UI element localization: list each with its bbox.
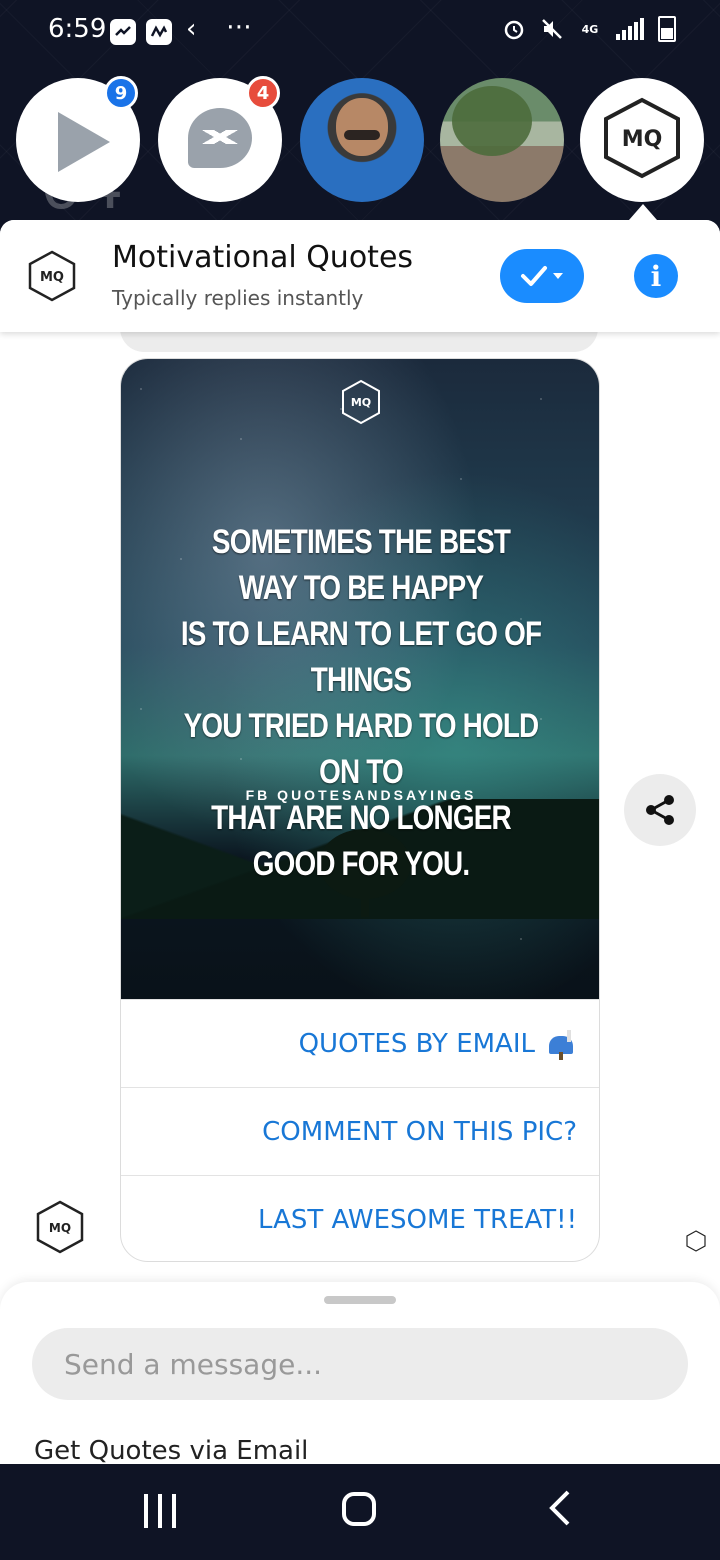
quote-line: SOMETIMES THE BEST <box>211 523 511 561</box>
back-button[interactable] <box>548 1488 572 1532</box>
sender-avatar[interactable]: MQ <box>36 1200 84 1258</box>
chat-head-contact-photo[interactable] <box>300 78 424 202</box>
page-title: Motivational Quotes <box>112 240 414 275</box>
conversation-panel: MQ Motivational Quotes Typically replies… <box>0 220 720 1464</box>
conversation-header: MQ Motivational Quotes Typically replies… <box>0 220 720 332</box>
signal-icon <box>616 18 644 40</box>
chat-head-contact-photo[interactable] <box>440 78 564 202</box>
messenger-icon <box>188 108 252 168</box>
alarm-icon <box>502 17 526 41</box>
page-subtitle: Typically replies instantly <box>112 286 364 310</box>
mute-icon <box>540 17 564 41</box>
battery-icon <box>658 16 676 42</box>
app-notification-icon <box>146 19 172 45</box>
image-card-message: MQ SOMETIMES THE BEST WAY TO BE HAPPY IS… <box>120 358 600 1262</box>
status-bar: 6:59 ‹ ⋯ 4G <box>0 0 720 62</box>
quotes-by-email-button[interactable]: QUOTES BY EMAIL <box>121 999 599 1087</box>
share-icon <box>646 795 674 825</box>
quote-source: FB QUOTESANDSAYINGS <box>245 787 477 803</box>
quote-text: SOMETIMES THE BEST WAY TO BE HAPPY IS TO… <box>164 519 558 887</box>
play-icon <box>58 112 110 172</box>
comment-on-pic-button[interactable]: COMMENT ON THIS PIC? <box>121 1087 599 1175</box>
quote-line: YOU TRIED HARD TO HOLD ON TO <box>183 707 540 791</box>
navigation-bar <box>0 1464 720 1560</box>
page-avatar[interactable]: MQ <box>26 250 78 306</box>
composer: Get Quotes via Email <box>0 1282 720 1466</box>
unread-badge: 9 <box>104 76 138 110</box>
button-label: QUOTES BY EMAIL <box>298 1028 535 1059</box>
status-time: 6:59 <box>48 14 107 44</box>
quick-reply-label[interactable]: Get Quotes via Email <box>34 1436 308 1466</box>
back-chevron-icon: ‹ <box>186 14 197 44</box>
svg-text:MQ: MQ <box>351 396 371 409</box>
mailbox-icon <box>545 1029 577 1060</box>
info-icon[interactable]: i <box>634 254 678 298</box>
home-button[interactable] <box>342 1492 376 1526</box>
subscribed-button[interactable] <box>500 249 584 303</box>
quote-line: WAY TO BE HAPPY <box>238 569 484 607</box>
message-input[interactable] <box>32 1328 688 1400</box>
recent-apps-button[interactable] <box>144 1494 176 1528</box>
chat-head-motivational-quotes[interactable]: MQ <box>580 78 704 202</box>
svg-text:MQ: MQ <box>49 1221 71 1235</box>
button-label: LAST AWESOME TREAT!! <box>258 1204 577 1235</box>
messenger-notification-icon <box>110 19 136 45</box>
quote-image[interactable]: MQ SOMETIMES THE BEST WAY TO BE HAPPY IS… <box>121 359 599 999</box>
chat-heads: 9 4 MQ <box>0 76 720 204</box>
svg-text:MQ: MQ <box>40 270 64 285</box>
network-type-icon: 4G <box>581 22 599 36</box>
button-label: COMMENT ON THIS PIC? <box>262 1116 577 1147</box>
mq-logo-icon: MQ <box>600 96 684 184</box>
unread-badge: 4 <box>246 76 280 110</box>
last-awesome-treat-button[interactable]: LAST AWESOME TREAT!! <box>121 1175 599 1261</box>
svg-text:MQ: MQ <box>622 127 663 152</box>
more-notifications-icon: ⋯ <box>226 12 254 42</box>
read-receipt-icon <box>686 1230 706 1256</box>
drag-handle[interactable] <box>324 1296 396 1304</box>
status-icons: 4G <box>502 16 676 42</box>
quote-line: GOOD FOR YOU. <box>252 845 470 883</box>
quote-line: IS TO LEARN TO LET GO OF THINGS <box>180 615 542 699</box>
mq-logo-icon: MQ <box>341 379 381 429</box>
chat-head-pointer <box>629 204 657 220</box>
share-button[interactable] <box>624 774 696 846</box>
